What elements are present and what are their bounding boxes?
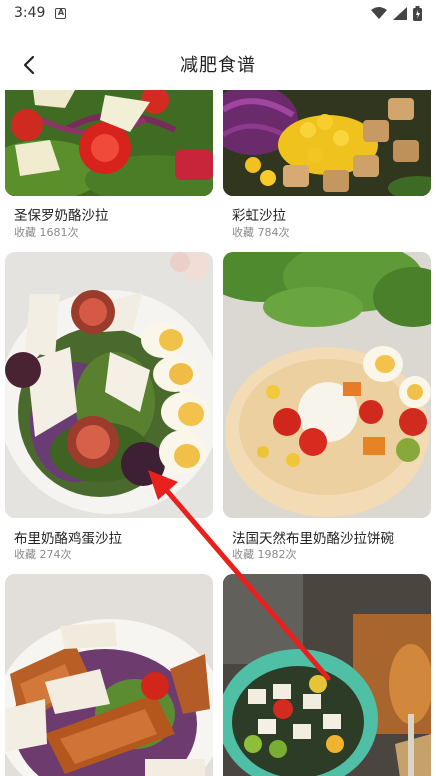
recipe-favorites: 收藏 1681次 bbox=[14, 226, 79, 239]
recipe-name: 布里奶酪鸡蛋沙拉 bbox=[14, 531, 122, 547]
recipe-image bbox=[223, 574, 431, 776]
recipe-favorites: 收藏 784次 bbox=[232, 226, 290, 239]
recipe-name: 彩虹沙拉 bbox=[232, 208, 286, 224]
recipe-name: 圣保罗奶酪沙拉 bbox=[14, 208, 109, 224]
recipe-image bbox=[5, 90, 213, 196]
header: 减肥食谱 bbox=[0, 40, 436, 88]
recipe-card[interactable] bbox=[5, 574, 213, 776]
page-title: 减肥食谱 bbox=[180, 55, 256, 76]
recipe-card[interactable]: 圣保罗奶酪沙拉 收藏 1681次 bbox=[5, 90, 213, 240]
recipe-card[interactable]: 法国天然布里奶酪沙拉饼碗 收藏 1982次 bbox=[223, 252, 431, 562]
recipe-image bbox=[5, 574, 213, 776]
recipe-card[interactable] bbox=[223, 574, 431, 776]
recipe-favorites: 收藏 274次 bbox=[14, 548, 72, 561]
recipe-name: 法国天然布里奶酪沙拉饼碗 bbox=[232, 531, 394, 547]
recipe-grid[interactable]: 圣保罗奶酪沙拉 收藏 1681次 彩虹沙拉 收藏 784次 布里奶酪鸡蛋沙拉 收… bbox=[0, 0, 436, 776]
recipe-image bbox=[223, 252, 431, 518]
recipe-favorites: 收藏 1982次 bbox=[232, 548, 297, 561]
recipe-image bbox=[223, 90, 431, 196]
recipe-image bbox=[5, 252, 213, 518]
recipe-card[interactable]: 彩虹沙拉 收藏 784次 bbox=[223, 90, 431, 240]
chevron-left-icon bbox=[23, 55, 35, 75]
recipe-card[interactable]: 布里奶酪鸡蛋沙拉 收藏 274次 bbox=[5, 252, 213, 562]
back-button[interactable] bbox=[16, 52, 42, 78]
